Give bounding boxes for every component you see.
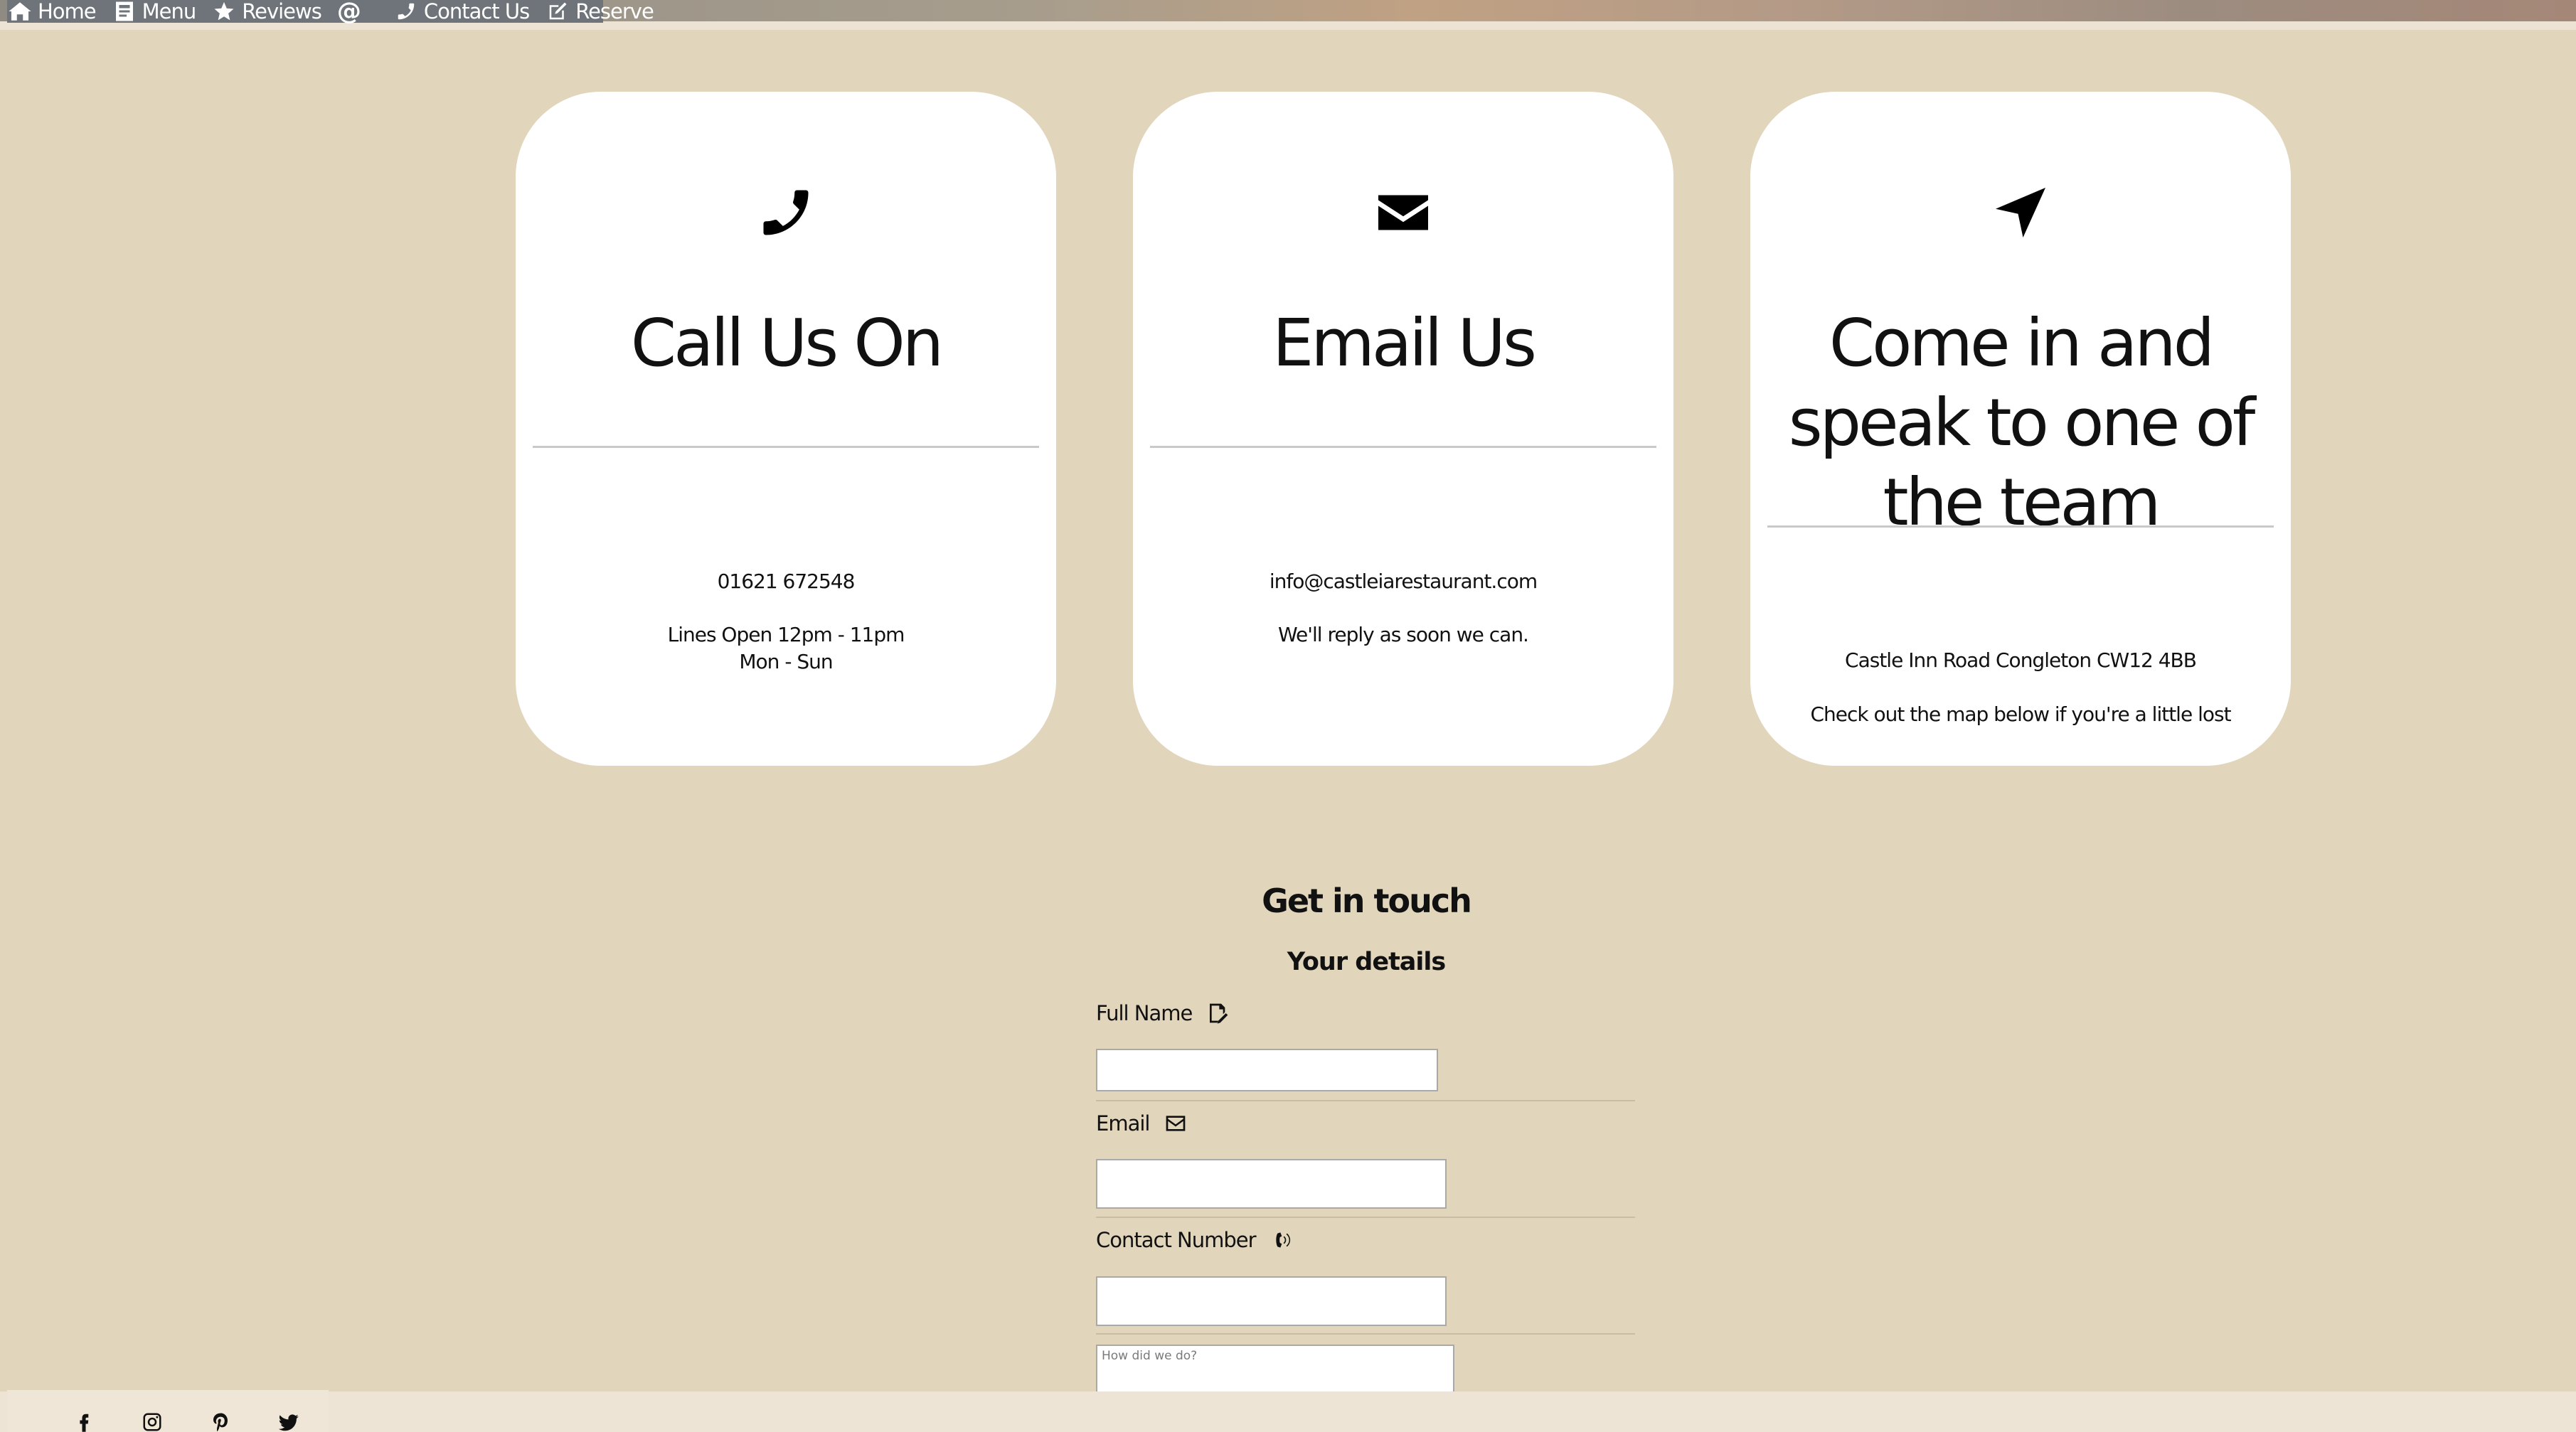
opening-hours: Lines Open 12pm - 11pm xyxy=(667,623,905,646)
phone-icon xyxy=(763,190,809,235)
at-sign-icon: @ xyxy=(336,0,361,26)
contact-number-label: Contact Number xyxy=(1096,1228,1294,1252)
nav-contact-us[interactable]: Contact Us xyxy=(393,0,530,23)
card-divider xyxy=(533,446,1039,448)
visit-us-card: Come in and speak to one of the team Cas… xyxy=(1750,92,2291,766)
map-note: Check out the map below if you're a litt… xyxy=(1810,702,2231,726)
facebook-icon[interactable] xyxy=(71,1409,97,1432)
opening-days: Mon - Sun xyxy=(739,650,833,673)
call-us-card: Call Us On 01621 672548 Lines Open 12pm … xyxy=(516,92,1056,766)
nav-at[interactable]: @ xyxy=(336,0,378,26)
call-us-title: Call Us On xyxy=(630,305,944,381)
nav-contact-us-label: Contact Us xyxy=(423,0,530,23)
instagram-icon[interactable] xyxy=(139,1409,165,1432)
location-arrow-icon xyxy=(1996,188,2045,237)
email-reply-note: We'll reply as soon we can. xyxy=(1278,623,1529,646)
form-divider xyxy=(1096,1100,1635,1101)
envelope-outline-icon xyxy=(1164,1112,1188,1135)
full-name-label: Full Name xyxy=(1096,1001,1230,1025)
nav-home-label: Home xyxy=(38,0,97,23)
email-us-card: Email Us info@castleiarestaurant.com We'… xyxy=(1133,92,1673,766)
get-in-touch-heading: Get in touch xyxy=(1262,882,1472,920)
nav-reserve-label: Reserve xyxy=(575,0,654,23)
your-details-heading: Your details xyxy=(1287,948,1447,976)
envelope-icon xyxy=(1378,195,1428,230)
email-label: Email xyxy=(1096,1111,1188,1136)
main-nav: Home Menu Reviews @ Contact Us Reserve xyxy=(7,0,654,26)
edit-icon xyxy=(545,1,570,22)
nav-reviews[interactable]: Reviews xyxy=(211,0,322,23)
card-divider xyxy=(1767,525,2274,528)
card-divider xyxy=(1150,446,1656,448)
form-divider xyxy=(1096,1333,1635,1335)
full-name-input[interactable] xyxy=(1096,1049,1438,1091)
star-icon xyxy=(211,1,237,22)
phone-icon xyxy=(393,1,419,22)
form-divider xyxy=(1096,1217,1635,1218)
email-input[interactable] xyxy=(1096,1159,1447,1209)
menu-book-icon xyxy=(112,1,137,22)
nav-menu-label: Menu xyxy=(142,0,197,23)
twitter-icon[interactable] xyxy=(276,1409,302,1432)
nav-menu[interactable]: Menu xyxy=(112,0,196,23)
phone-number[interactable]: 01621 672548 xyxy=(530,568,1042,595)
contact-number-input[interactable] xyxy=(1096,1276,1447,1326)
nav-reserve[interactable]: Reserve xyxy=(545,0,654,23)
signature-icon xyxy=(1206,1002,1230,1025)
visit-us-title: Come in and speak to one of the team xyxy=(1788,305,2256,540)
nav-home[interactable]: Home xyxy=(7,0,97,23)
address: Castle Inn Road Congleton CW12 4BB xyxy=(1845,648,2197,672)
phone-volume-icon xyxy=(1270,1229,1294,1251)
pinterest-icon[interactable] xyxy=(208,1409,233,1432)
home-icon xyxy=(7,1,33,22)
email-address[interactable]: info@castleiarestaurant.com xyxy=(1147,568,1659,595)
email-us-title: Email Us xyxy=(1272,305,1537,381)
nav-reviews-label: Reviews xyxy=(242,0,322,23)
footer xyxy=(0,1391,2576,1432)
social-links xyxy=(7,1390,329,1432)
